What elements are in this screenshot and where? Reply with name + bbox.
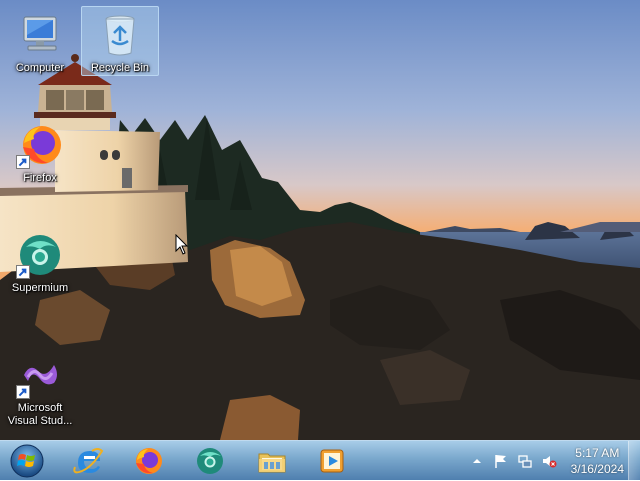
firefox-icon: [16, 121, 64, 169]
desktop-icon-label: Recycle Bin: [90, 62, 150, 74]
desktop-icon-computer[interactable]: Computer: [1, 6, 79, 76]
shortcut-arrow-icon: [16, 265, 30, 279]
volume-muted-icon[interactable]: [540, 452, 558, 470]
taskbar-firefox[interactable]: [122, 443, 174, 479]
supermium-icon: [16, 231, 64, 279]
computer-icon: [16, 11, 64, 59]
clock-time: 5:17 AM: [575, 446, 620, 460]
windows-start-orb-icon: [10, 444, 44, 478]
network-icon[interactable]: [516, 452, 534, 470]
shortcut-arrow-icon: [16, 385, 30, 399]
taskbar: 5:17 AM 3/16/2024: [0, 440, 640, 481]
system-tray: 5:17 AM 3/16/2024: [465, 441, 624, 481]
desktop-icon-visual-studio[interactable]: Microsoft Visual Stud...: [1, 346, 79, 429]
clock-date: 3/16/2024: [570, 462, 624, 476]
tray-clock[interactable]: 5:17 AM 3/16/2024: [571, 445, 624, 477]
recycle-bin-icon: [96, 11, 144, 59]
desktop-icon-supermium[interactable]: Supermium: [1, 226, 79, 296]
media-player-icon: [320, 449, 344, 473]
desktop-icon-label: Firefox: [23, 172, 57, 184]
desktop-icon-label: Supermium: [11, 282, 69, 294]
desktop-icon-label: Microsoft Visual Stud...: [7, 402, 73, 427]
desktop-icon-label: Computer: [15, 62, 65, 74]
desktop[interactable]: Computer Recycle Bin Firefox Supermium M…: [0, 0, 640, 440]
internet-explorer-icon: [73, 448, 104, 474]
taskbar-media-player[interactable]: [306, 443, 358, 479]
desktop-icon-recycle-bin[interactable]: Recycle Bin: [81, 6, 159, 76]
taskbar-windows-explorer[interactable]: [246, 443, 298, 479]
start-button[interactable]: [6, 443, 48, 479]
shortcut-arrow-icon: [16, 155, 30, 169]
folder-icon: [258, 453, 286, 473]
visual-studio-icon: [16, 351, 64, 399]
show-desktop-button[interactable]: [628, 441, 640, 481]
desktop-icon-firefox[interactable]: Firefox: [1, 116, 79, 186]
taskbar-internet-explorer[interactable]: [62, 443, 114, 479]
mouse-pointer-icon: [175, 234, 189, 255]
taskbar-supermium[interactable]: [184, 443, 236, 479]
supermium-icon: [197, 448, 223, 474]
firefox-icon: [136, 448, 162, 474]
action-center-flag-icon[interactable]: [492, 452, 510, 470]
show-hidden-icons-arrow[interactable]: [468, 452, 486, 470]
